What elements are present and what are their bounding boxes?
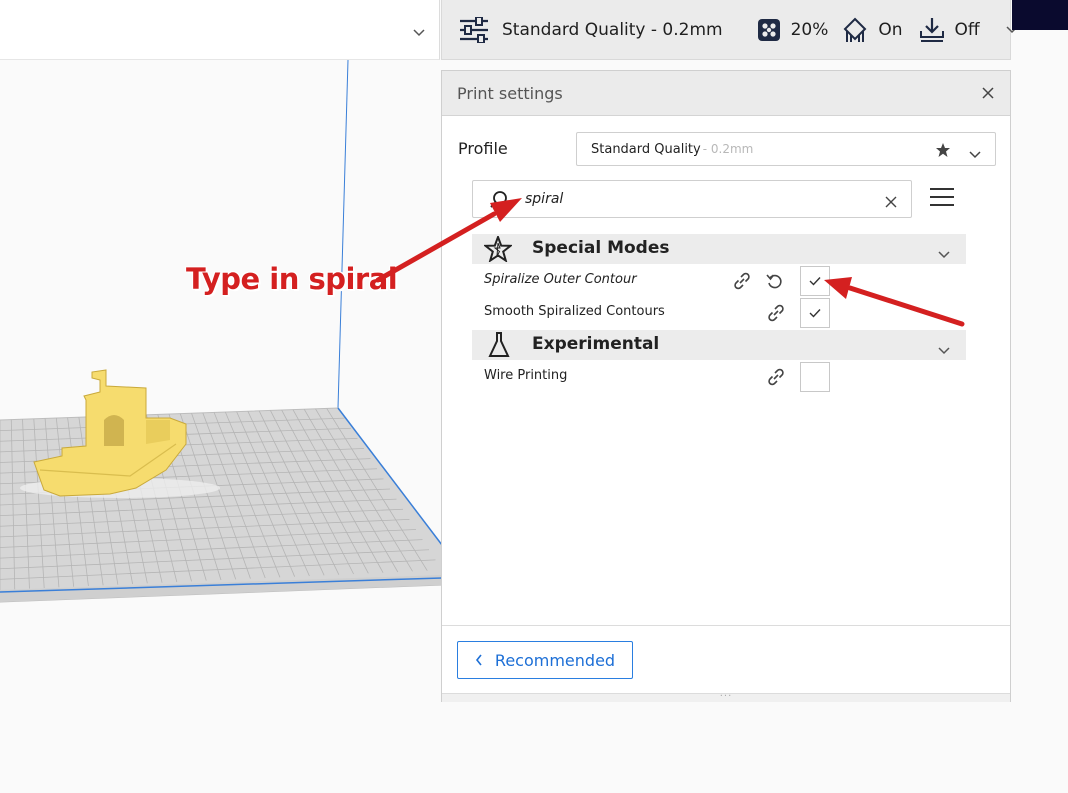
support-icon (842, 17, 868, 43)
star-outline-icon (482, 234, 514, 266)
adhesion-icon (919, 17, 945, 43)
machine-selector-bar[interactable] (0, 0, 440, 60)
setting-label: Smooth Spiralized Contours (484, 304, 665, 319)
annotation-text: Type in spiral (186, 262, 398, 296)
chevron-down-icon[interactable] (938, 244, 950, 263)
link-icon[interactable] (766, 368, 786, 390)
search-input[interactable] (525, 191, 855, 207)
chevron-down-icon[interactable] (938, 340, 950, 359)
infill-value: 20% (790, 19, 829, 40)
profile-name: Standard Quality (591, 141, 701, 157)
close-icon[interactable] (980, 85, 996, 101)
adhesion-value: Off (954, 19, 980, 40)
smooth-spiralized-contours-checkbox[interactable] (800, 298, 830, 328)
quality-profile-label: Standard Quality - 0.2mm (502, 19, 723, 40)
recommended-label: Recommended (494, 650, 616, 670)
chevron-down-icon[interactable] (969, 144, 981, 163)
settings-sliders-icon (458, 16, 490, 43)
category-label: Special Modes (532, 238, 670, 258)
print-settings-panel: Print settings Profile Standard Quality … (441, 70, 1011, 702)
chevron-left-icon (475, 651, 483, 670)
print-setup-summary-bar[interactable]: Standard Quality - 0.2mm 20% On Off (441, 0, 1018, 60)
hamburger-menu-icon[interactable] (930, 187, 954, 211)
support-value: On (878, 19, 903, 40)
window-edge (1012, 0, 1068, 30)
spiralize-outer-contour-checkbox[interactable] (800, 266, 830, 296)
setting-row-smooth-spiralized-contours: Smooth Spiralized Contours (472, 297, 966, 329)
profile-dropdown[interactable]: Standard Quality - 0.2mm (576, 132, 996, 166)
star-icon[interactable] (935, 142, 951, 162)
build-volume-edge (337, 59, 349, 409)
setting-row-spiralize-outer-contour: Spiralize Outer Contour (472, 265, 966, 297)
setting-row-wire-printing: Wire Printing (472, 361, 966, 393)
wire-printing-checkbox[interactable] (800, 362, 830, 392)
category-label: Experimental (532, 334, 660, 354)
panel-resize-handle[interactable]: ··· (442, 692, 1010, 702)
profile-layer-height: - 0.2mm (702, 142, 754, 156)
setting-label: Spiralize Outer Contour (484, 272, 637, 287)
setting-label: Wire Printing (484, 368, 568, 383)
recommended-button[interactable]: Recommended (457, 641, 633, 679)
link-icon[interactable] (732, 272, 752, 294)
category-experimental[interactable]: Experimental (472, 330, 966, 360)
panel-footer-divider (442, 625, 1010, 626)
profile-label: Profile (458, 139, 508, 158)
flask-icon (488, 332, 510, 362)
category-special-modes[interactable]: Special Modes (472, 234, 966, 264)
build-plate (0, 407, 443, 603)
settings-search-box[interactable] (472, 180, 912, 218)
reset-icon[interactable] (766, 272, 784, 294)
chevron-down-icon[interactable] (413, 22, 425, 41)
panel-header: Print settings (442, 71, 1010, 116)
link-icon[interactable] (766, 304, 786, 326)
panel-title: Print settings (457, 83, 563, 103)
infill-icon (757, 18, 781, 42)
search-icon (489, 190, 509, 214)
clear-search-icon[interactable] (885, 193, 897, 212)
